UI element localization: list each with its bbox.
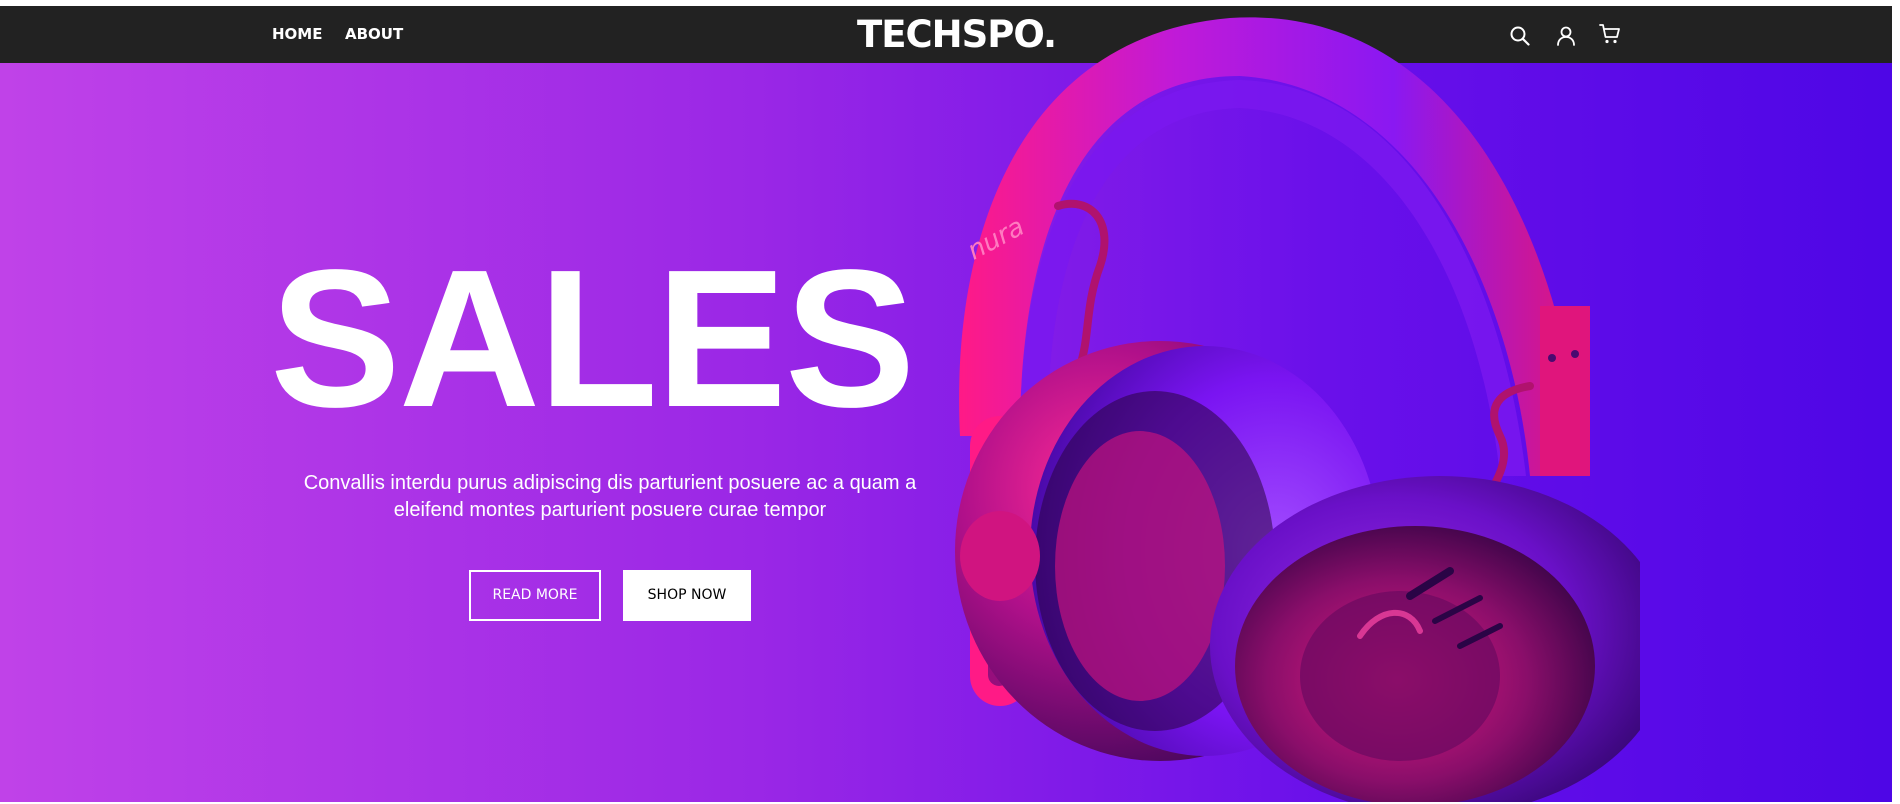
hero-title: SALES — [270, 229, 915, 448]
nav-about-link[interactable]: ABOUT — [345, 25, 403, 43]
shop-now-button[interactable]: SHOP NOW — [623, 570, 751, 621]
hero-description: Convallis interdu purus adipiscing dis p… — [303, 472, 917, 521]
scrollbar-track[interactable] — [1892, 0, 1900, 804]
nav-home-link[interactable]: HOME — [272, 25, 322, 43]
page: HOME ABOUT TECHSPO. nura SALES Convallis… — [0, 0, 1900, 804]
headphones-image: nura — [955, 17, 1640, 802]
read-more-button[interactable]: READ MORE — [469, 570, 601, 621]
hero-banner: HOME ABOUT TECHSPO. nura SALES Convallis… — [0, 6, 1892, 802]
